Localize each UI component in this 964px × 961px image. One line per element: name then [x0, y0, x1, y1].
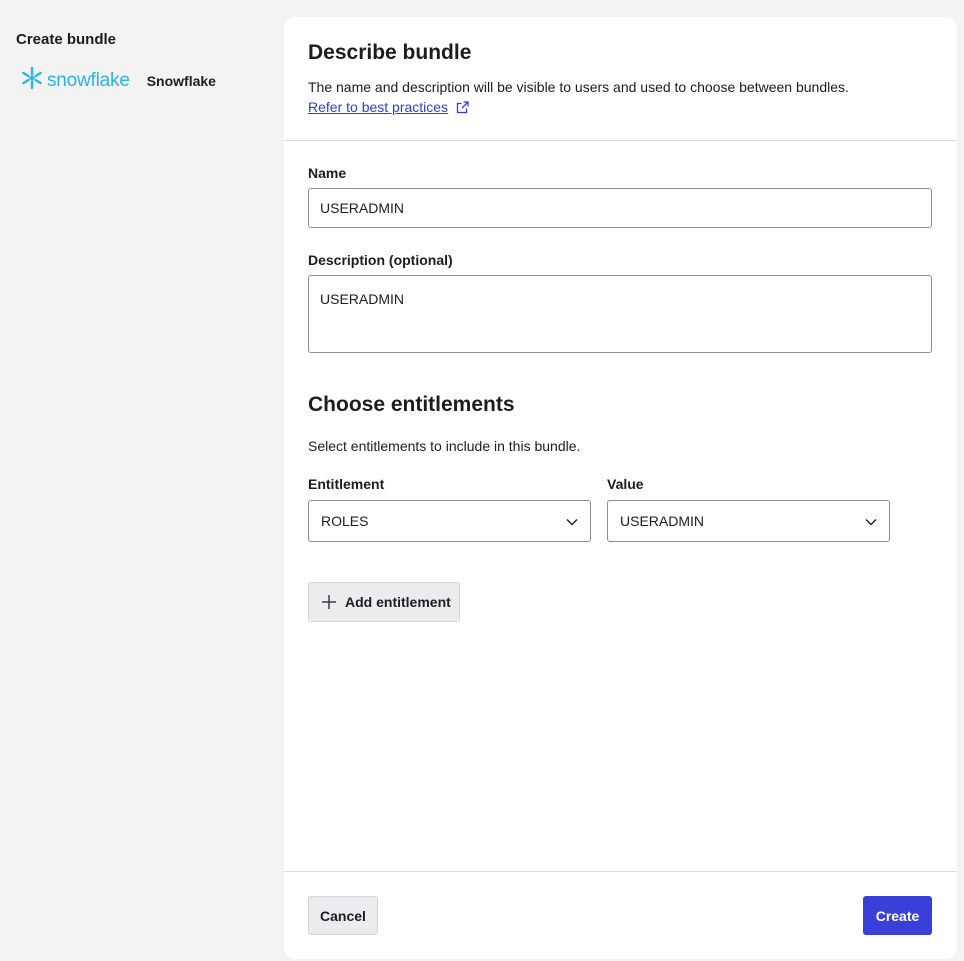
app-name: Snowflake [146, 72, 216, 89]
cancel-button[interactable]: Cancel [308, 896, 378, 935]
entitlements-description: Select entitlements to include in this b… [308, 438, 581, 454]
snowflake-logo: snowflake [20, 66, 130, 95]
header-divider [284, 140, 957, 141]
snowflake-icon [20, 66, 44, 95]
add-entitlement-button[interactable]: Add entitlement [308, 582, 460, 622]
best-practices-link[interactable]: Refer to best practices [308, 99, 469, 115]
description-label: Description (optional) [308, 252, 453, 268]
description-field[interactable]: USERADMIN [308, 275, 932, 353]
footer-divider [284, 871, 957, 872]
page-title: Describe bundle [308, 41, 472, 64]
chevron-down-icon [566, 513, 578, 529]
entitlement-label: Entitlement [308, 476, 385, 492]
external-link-icon [456, 100, 469, 114]
value-select-value: USERADMIN [620, 513, 705, 529]
sidebar: Create bundle snowflake Snowflake [0, 0, 284, 961]
page-description: The name and description will be visible… [308, 79, 849, 95]
add-entitlement-label: Add entitlement [345, 594, 451, 610]
best-practices-link-label: Refer to best practices [308, 99, 449, 115]
snowflake-wordmark: snowflake [47, 69, 130, 91]
entitlement-select-value: ROLES [321, 513, 369, 529]
app-row: snowflake Snowflake [20, 66, 216, 95]
create-button[interactable]: Create [863, 896, 932, 935]
entitlement-select[interactable]: ROLES [308, 500, 591, 542]
sidebar-title: Create bundle [16, 31, 117, 48]
plus-icon [321, 594, 337, 610]
main-panel: Describe bundle The name and description… [284, 17, 957, 959]
value-label: Value [607, 476, 644, 492]
value-select[interactable]: USERADMIN [607, 500, 890, 542]
chevron-down-icon [865, 513, 877, 529]
name-label: Name [308, 165, 347, 181]
entitlements-title: Choose entitlements [308, 393, 515, 416]
name-field[interactable]: USERADMIN [308, 188, 932, 228]
header: Describe bundle The name and description… [308, 41, 933, 117]
